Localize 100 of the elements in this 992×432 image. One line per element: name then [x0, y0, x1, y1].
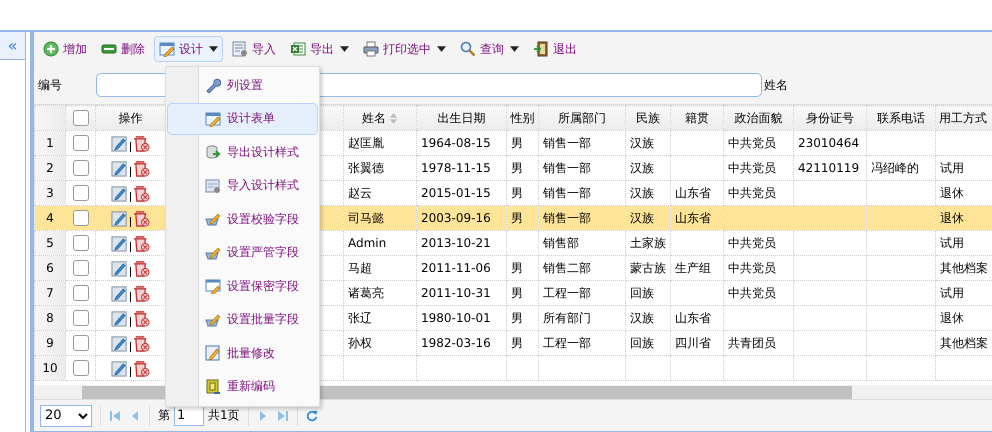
column-header[interactable]: 联系电话	[866, 106, 936, 130]
edit-icon[interactable]	[111, 160, 128, 176]
table-cell: 2015-01-15	[421, 186, 491, 200]
checkbox[interactable]	[72, 160, 88, 176]
table-cell: 蒙古族	[630, 261, 666, 275]
column-header[interactable]: 政治面貌	[724, 106, 794, 130]
toolbar-button[interactable]: 增加	[38, 36, 92, 62]
table-cell: 退休	[940, 211, 964, 225]
edit-icon[interactable]	[111, 310, 128, 326]
table-cell: 2011-10-31	[421, 286, 491, 300]
column-header[interactable]: 出生日期	[416, 106, 506, 130]
menu-item[interactable]: 设置批量字段	[167, 304, 318, 336]
table-cell: 张翼德	[348, 161, 384, 175]
page-size-select[interactable]: 20	[40, 404, 92, 426]
toolbar-button[interactable]: 导出	[285, 36, 354, 62]
table-cell: 中共党员	[728, 236, 776, 250]
row-number: 4	[34, 206, 66, 230]
checkbox[interactable]	[72, 310, 88, 326]
table-cell: 生产组	[675, 261, 711, 275]
row-number: 7	[34, 280, 66, 306]
refresh-icon[interactable]	[306, 410, 318, 422]
edit-icon[interactable]	[111, 260, 128, 276]
field-label: 姓名	[764, 76, 789, 94]
table-cell: 试用	[940, 286, 964, 300]
table-cell: 男	[511, 286, 523, 300]
table-cell: 42110119	[798, 161, 860, 175]
table-cell: 中共党员	[728, 286, 776, 300]
trash-icon[interactable]	[133, 134, 150, 152]
column-header[interactable]: 性别	[506, 106, 538, 130]
checkbox[interactable]	[72, 235, 88, 252]
table-cell: 男	[511, 261, 523, 275]
trash-icon[interactable]	[133, 260, 150, 276]
table-cell: 张辽	[348, 311, 372, 325]
edit-icon[interactable]	[111, 360, 128, 376]
toolbar-button[interactable]: 设计	[154, 36, 223, 62]
table-cell: 山东省	[675, 211, 711, 225]
table-cell: 2013-10-21	[421, 236, 491, 250]
toolbar-button[interactable]: 查询	[455, 36, 524, 62]
toolbar-button[interactable]: 退出	[528, 36, 582, 62]
column-header[interactable]: 用工方式	[936, 106, 992, 130]
table-cell: 1982-03-16	[421, 336, 491, 350]
column-header[interactable]: 身份证号	[794, 106, 866, 130]
checkbox[interactable]	[72, 260, 88, 276]
toolbar-button[interactable]: 打印选中	[358, 36, 451, 62]
printer-icon	[363, 41, 379, 57]
table-cell: 2011-11-06	[421, 261, 491, 275]
edit-icon[interactable]	[111, 210, 128, 226]
wrench-icon	[205, 77, 221, 94]
edit-icon[interactable]	[111, 284, 128, 302]
toolbar-button[interactable]: 导入	[227, 36, 281, 62]
checkbox[interactable]	[72, 135, 88, 152]
checkbox[interactable]	[72, 185, 88, 202]
page-label: 第	[158, 407, 170, 424]
collapse-button[interactable]: «	[0, 32, 25, 60]
table-cell: 男	[511, 186, 523, 200]
edit-icon[interactable]	[111, 134, 128, 152]
plus-circle-icon	[43, 41, 59, 57]
table-cell: 诸葛亮	[348, 286, 384, 300]
edit-icon[interactable]	[111, 234, 128, 252]
table-cell: 男	[511, 161, 523, 175]
menu-item[interactable]: 设置严管字段	[167, 236, 318, 269]
edit-icon[interactable]	[111, 184, 128, 202]
edit-icon[interactable]	[111, 334, 128, 352]
menu-item[interactable]: 导入设计样式	[167, 170, 318, 202]
menu-item[interactable]: 列设置	[167, 69, 318, 102]
column-header[interactable]: 籍贯	[670, 106, 724, 130]
table-cell: 男	[511, 211, 523, 225]
checkbox[interactable]	[72, 285, 88, 302]
column-header[interactable]: 姓名	[344, 106, 416, 130]
trash-icon[interactable]	[133, 284, 150, 302]
table-cell: 四川省	[675, 336, 711, 350]
trash-icon[interactable]	[133, 360, 150, 376]
trash-icon[interactable]	[133, 210, 150, 226]
checkbox[interactable]	[72, 210, 88, 226]
menu-item[interactable]: 设置校验字段	[167, 203, 318, 236]
menu-item[interactable]: 重新编码	[167, 370, 318, 403]
column-header[interactable]: 民族	[626, 106, 670, 130]
trash-icon[interactable]	[133, 160, 150, 176]
table-cell: 1964-08-15	[421, 136, 491, 150]
checkbox[interactable]	[72, 335, 88, 352]
table-cell: 汉族	[630, 136, 654, 150]
page-number-field[interactable]: 1	[174, 406, 204, 426]
trash-icon[interactable]	[133, 184, 150, 202]
toolbar-button[interactable]: 删除	[96, 36, 150, 62]
trash-icon[interactable]	[133, 234, 150, 252]
column-header[interactable]: 操作	[96, 106, 166, 130]
checkbox[interactable]	[72, 110, 88, 126]
trash-icon[interactable]	[133, 334, 150, 352]
checkbox[interactable]	[72, 360, 88, 376]
trash-icon[interactable]	[133, 310, 150, 326]
menu-item[interactable]: 导出设计样式	[167, 136, 318, 168]
row-number: 9	[34, 330, 66, 356]
column-header[interactable]: 所属部门	[538, 106, 626, 130]
menu-item[interactable]: 批量修改	[167, 337, 318, 370]
table-cell: 退休	[940, 186, 964, 200]
table-cell: 男	[511, 336, 523, 350]
row-number: 8	[34, 306, 66, 330]
menu-item[interactable]: 设置保密字段	[167, 270, 318, 302]
table-cell: 汉族	[630, 161, 654, 175]
menu-item[interactable]: 设计表单	[167, 102, 318, 135]
